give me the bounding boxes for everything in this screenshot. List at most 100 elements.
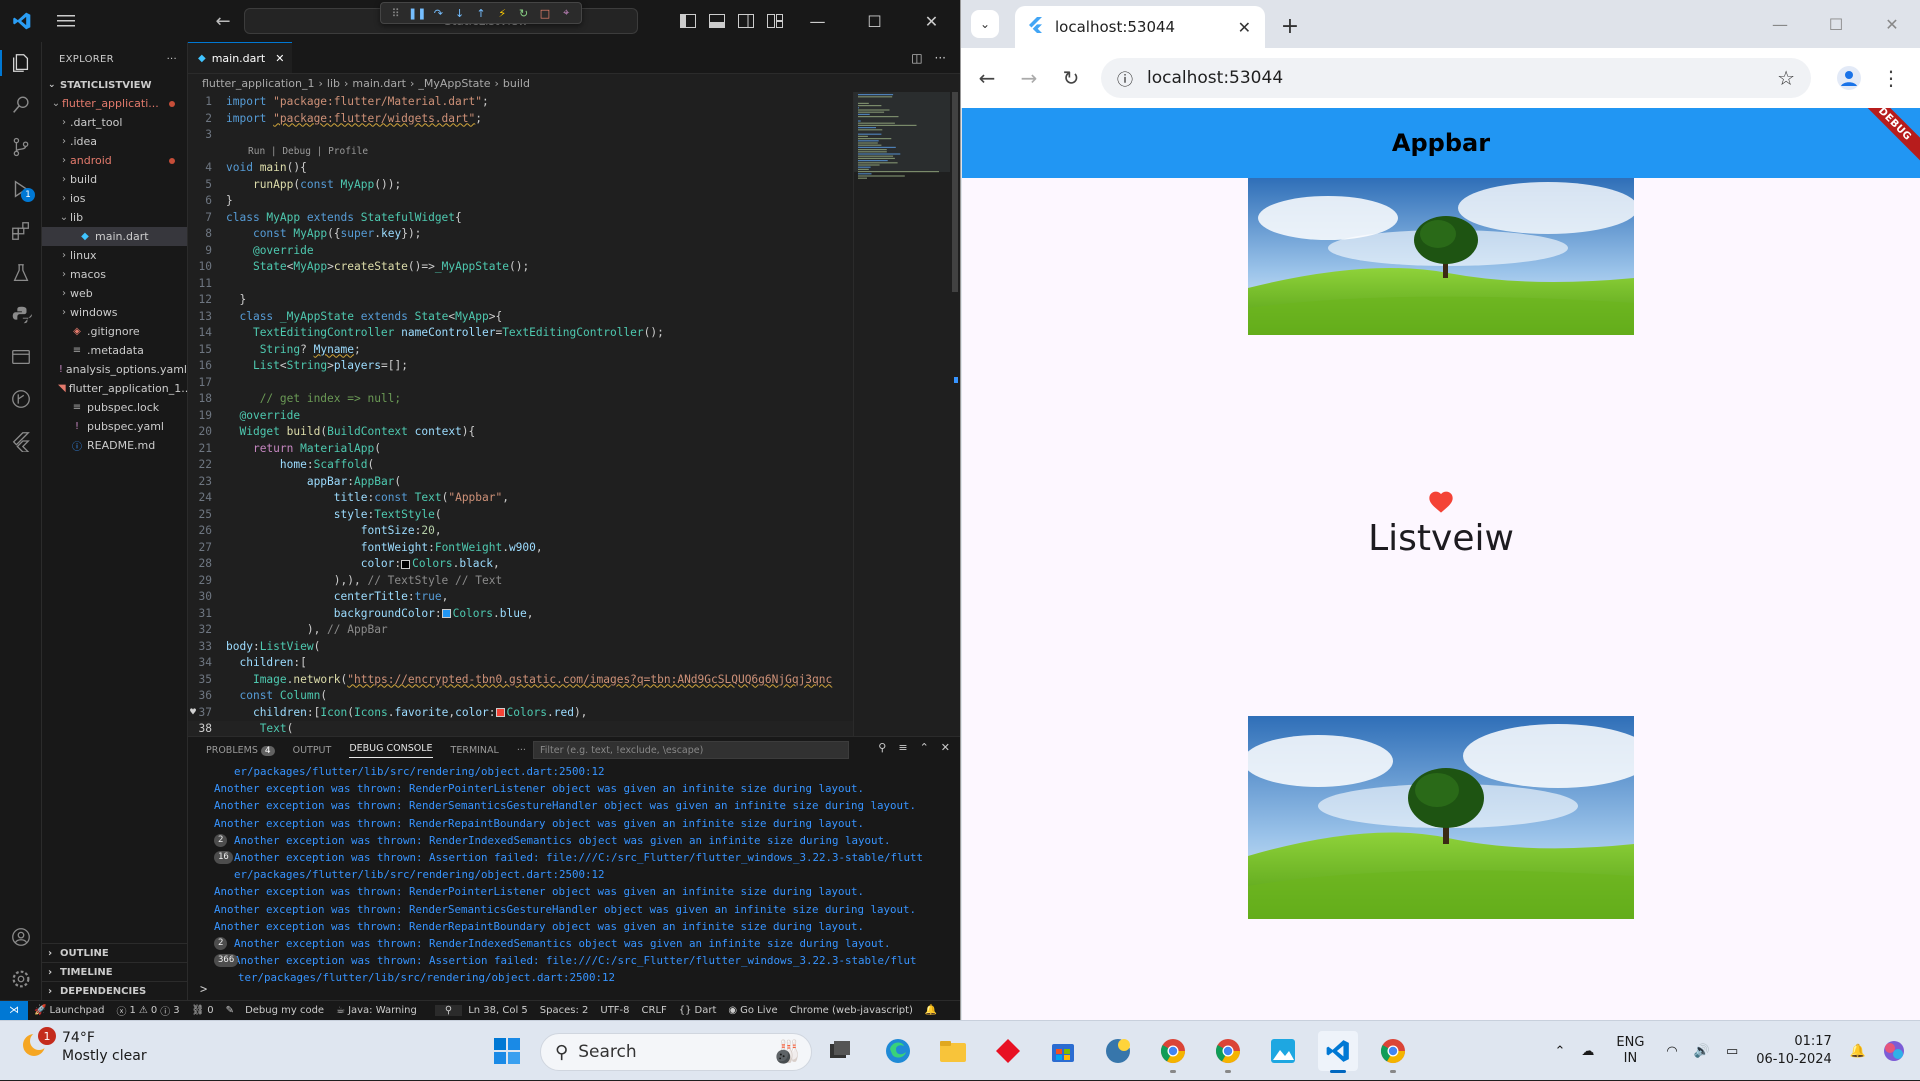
chrome-close-icon[interactable]: ✕ [1864,0,1920,48]
photos-app-icon[interactable] [1263,1031,1303,1071]
maximize-icon[interactable]: ☐ [846,0,903,42]
chrome-menu-icon[interactable]: ⋮ [1873,60,1909,96]
tree-item[interactable]: ◆main.dart [42,227,187,246]
minimize-icon[interactable]: — [789,0,846,42]
restart-icon[interactable]: ↻ [515,7,533,20]
split-editor-icon[interactable]: ◫ [911,51,922,65]
bookmark-star-icon[interactable]: ☆ [1777,66,1795,90]
project-root[interactable]: ⌄STATICLISTVIEW [42,76,187,94]
minimap[interactable] [853,92,950,736]
clear-console-icon[interactable]: ≡ [898,741,907,754]
code-line[interactable]: 31 backgroundColor:Colors.blue, [188,606,853,623]
code-line[interactable]: 36 const Column( [188,688,853,705]
tree-item[interactable]: !analysis_options.yaml [42,360,187,379]
wifi-icon[interactable]: ◠ [1658,1044,1685,1059]
sidebar-section-outline[interactable]: ›OUTLINE [42,943,188,962]
code-line[interactable]: 33body:ListView( [188,639,853,656]
chrome-taskbar-icon-3[interactable] [1373,1031,1413,1071]
code-line[interactable]: 26 fontSize:20, [188,523,853,540]
panel-tab[interactable]: PROBLEMS4 [206,745,275,756]
maximize-panel-icon[interactable]: ⌃ [920,741,929,754]
forward-arrow-icon[interactable]: → [1011,60,1047,96]
tree-item[interactable]: ›.idea [42,132,187,151]
code-line[interactable]: 35 Image.network("https://encrypted-tbn0… [188,672,853,689]
code-line[interactable]: 1import "package:flutter/Material.dart"; [188,94,853,111]
tree-item[interactable]: ›linux [42,246,187,265]
menu-hamburger-icon[interactable] [44,0,88,42]
source-control-icon[interactable] [0,126,42,168]
testing-flask-icon[interactable] [0,252,42,294]
code-line[interactable]: 2import "package:flutter/widgets.dart"; [188,111,853,128]
panel-more-icon[interactable]: ··· [517,745,526,756]
extensions-icon[interactable] [0,210,42,252]
tree-item[interactable]: ›android [42,151,187,170]
close-window-icon[interactable]: ✕ [903,0,960,42]
tab-close-icon[interactable]: ✕ [1238,18,1251,37]
color-swatch-icon[interactable] [401,560,410,569]
tree-item[interactable]: ›windows [42,303,187,322]
code-line[interactable]: 27 fontWeight:FontWeight.w900, [188,540,853,557]
stop-icon[interactable]: □ [536,7,554,20]
volume-icon[interactable]: 🔊 [1686,1044,1718,1059]
chrome-minimize-icon[interactable]: — [1752,0,1808,48]
tree-item[interactable]: ›web [42,284,187,303]
code-line[interactable]: 14 TextEditingController nameController=… [188,325,853,342]
code-line[interactable]: 19 @override [188,408,853,425]
flutter-icon[interactable] [0,420,42,462]
code-area[interactable]: 1import "package:flutter/Material.dart";… [188,94,853,736]
toggle-panel-icon[interactable] [702,0,731,42]
sidebar-section-dependencies[interactable]: ›DEPENDENCIES [42,981,188,1000]
ports-status[interactable]: ⛓0 [186,1005,220,1016]
close-panel-icon[interactable]: ✕ [941,741,950,754]
language-indicator[interactable]: ENG IN [1602,1035,1658,1067]
editor-scrollbar[interactable] [950,92,960,736]
code-line[interactable]: 18 // get index => null; [188,391,853,408]
code-line[interactable]: 30 centerTitle:true, [188,589,853,606]
zoom-status[interactable]: ⚲ [435,1005,462,1016]
onedrive-icon[interactable]: ☁ [1573,1044,1602,1059]
code-line[interactable]: 7class MyApp extends StatefulWidget{ [188,210,853,227]
breadcrumb-item[interactable]: lib [327,77,340,90]
code-line[interactable]: 20 Widget build(BuildContext context){ [188,424,853,441]
sidebar-section-timeline[interactable]: ›TIMELINE [42,962,188,981]
launchpad-status[interactable]: 🚀Launchpad [28,1005,111,1016]
toggle-sidebar-icon[interactable] [673,0,702,42]
language-mode[interactable]: {}Dart [673,1005,723,1016]
file-explorer-icon[interactable] [933,1031,973,1071]
remote-explorer-icon[interactable] [0,336,42,378]
codelens[interactable]: Run | Debug | Profile [188,144,853,161]
line-endings[interactable]: CRLF [636,1005,673,1016]
code-line[interactable]: 11 [188,276,853,293]
code-line[interactable]: 32 ), // AppBar [188,622,853,639]
python-app-icon[interactable] [1098,1031,1138,1071]
color-swatch-icon[interactable] [496,708,505,717]
vscode-taskbar-icon[interactable] [1318,1031,1358,1071]
chrome-taskbar-icon[interactable] [1153,1031,1193,1071]
tree-item[interactable]: ◥flutter_application_1... [42,379,187,398]
console-input[interactable]: > [188,982,960,1000]
back-arrow-icon[interactable]: ← [208,6,238,36]
code-line[interactable]: 6} [188,193,853,210]
clock[interactable]: 01:17 06-10-2024 [1746,1033,1842,1069]
breadcrumb-item[interactable]: flutter_application_1 [202,77,315,90]
browser-tab[interactable]: localhost:53044 ✕ [1015,6,1265,48]
explorer-icon[interactable] [0,42,42,84]
pause-icon[interactable]: ❚❚ [408,7,426,20]
back-arrow-icon[interactable]: ← [969,60,1005,96]
tab-search-icon[interactable]: ⌄ [971,10,999,38]
tree-item[interactable]: ◈.gitignore [42,322,187,341]
tree-item[interactable]: ≡.metadata [42,341,187,360]
customize-layout-icon[interactable] [760,0,789,42]
code-line[interactable]: 3 [188,127,853,144]
hot-reload-icon[interactable]: ⚡ [493,7,511,20]
tree-item[interactable]: ›macos [42,265,187,284]
reload-icon[interactable]: ↻ [1053,60,1089,96]
tab-close-icon[interactable]: ✕ [275,52,284,65]
tree-item[interactable]: ⌄lib [42,208,187,227]
panel-tab[interactable]: TERMINAL [451,745,499,756]
code-line[interactable]: 23 appBar:AppBar( [188,474,853,491]
code-line[interactable]: 4void main(){ [188,160,853,177]
step-out-icon[interactable]: ↑ [472,7,490,20]
notification-bell-icon[interactable]: 🔔 [1842,1044,1874,1059]
battery-icon[interactable]: ▭ [1718,1044,1746,1059]
